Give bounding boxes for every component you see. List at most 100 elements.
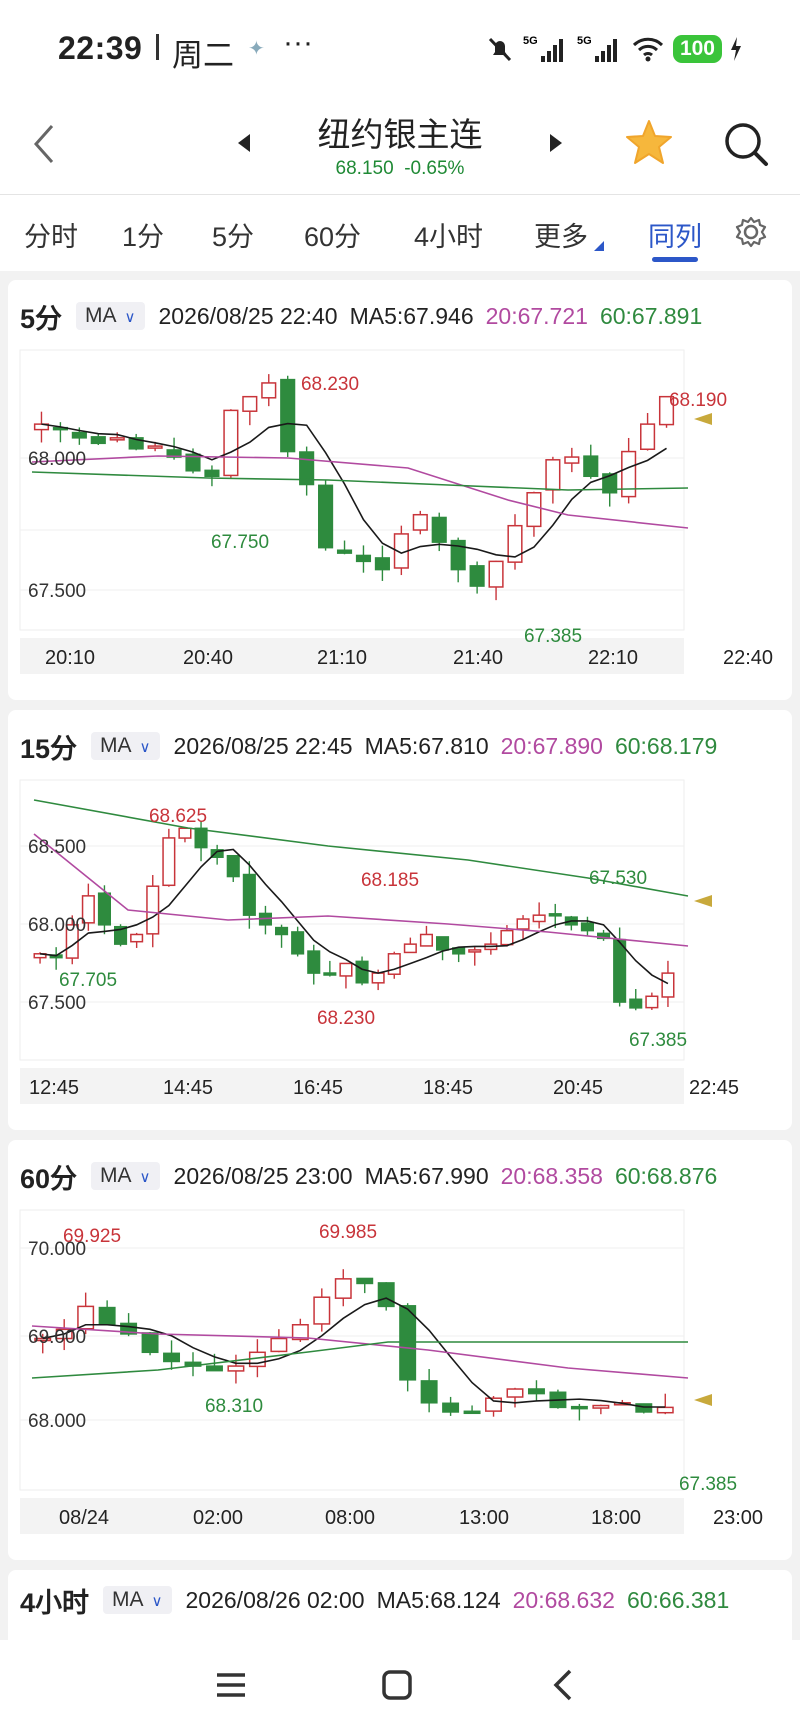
tab-4hour[interactable]: 4小时 [414, 215, 483, 254]
candle-up [656, 1406, 674, 1414]
x-tick-label: 16:45 [293, 1077, 343, 1099]
candle-up [130, 933, 144, 943]
price-annotation-low: 67.750 [211, 532, 269, 553]
weather-icon: ✦ [248, 38, 265, 60]
price-annotation-high: 68.185 [361, 870, 419, 891]
price-annotation-low: 68.310 [205, 1396, 263, 1417]
panel-datetime: 2026/08/25 22:45 [173, 732, 353, 759]
candle-up [661, 972, 675, 998]
ma-selector[interactable]: MA ∨ [91, 1162, 160, 1190]
ma-selector[interactable]: MA ∨ [91, 732, 160, 760]
price-annotation-high: 68.230 [301, 374, 359, 395]
tab-60min[interactable]: 60分 [304, 215, 361, 254]
ma5-value: MA5:67.990 [364, 1162, 489, 1189]
candlestick-chart-15min[interactable]: 68.500 68.000 67.500 12:45 14:45 16:45 18:45 20… [8, 770, 792, 1120]
x-tick-label: 18:45 [423, 1077, 473, 1099]
candle-up [313, 1296, 331, 1325]
x-tick-label: 08:00 [325, 1507, 375, 1529]
home-icon[interactable] [380, 1668, 414, 1702]
status-separator [156, 34, 159, 60]
menu-icon[interactable] [214, 1670, 248, 1700]
price-annotation-high: 69.925 [63, 1226, 121, 1247]
candle-down [442, 1402, 460, 1413]
candle-down [98, 1306, 116, 1326]
candle-down [580, 922, 594, 932]
candle-down [97, 892, 111, 926]
price-change: -0.65% [404, 158, 465, 179]
period-tabs: 分时 1分 5分 60分 4小时 更多 同列 [0, 195, 800, 271]
panel-datetime: 2026/08/26 02:00 [185, 1586, 365, 1613]
tab-compare[interactable]: 同列 [648, 215, 702, 254]
candlestick-chart-60min[interactable]: 70.00069.00068.00008/24 02:00 08:00 13:00 18… [8, 1200, 792, 1550]
chart-panel-15min: 15分 MA ∨ 2026/08/25 22:45 MA5:67.810 20:6… [8, 710, 792, 1130]
candle-up [387, 953, 401, 975]
price-annotation-low: 67.705 [59, 970, 117, 991]
candle-down [194, 827, 208, 849]
y-tick-label: 68.000 [28, 1411, 86, 1432]
candle-down [355, 554, 372, 563]
x-tick-label: 21:10 [317, 647, 367, 669]
status-bar: 22:39 周二 ✦ ··· 5G 5G 100 [0, 0, 800, 100]
candle-up [412, 513, 428, 531]
settings-gear-icon[interactable] [734, 215, 768, 249]
candle-down [307, 950, 321, 974]
last-price-marker [694, 895, 712, 907]
x-tick-label: 13:00 [459, 1507, 509, 1529]
panel-period: 4小时 [20, 1587, 90, 1618]
candle-down [374, 557, 390, 571]
chevron-down-icon: ∨ [124, 309, 136, 326]
candle-up [419, 933, 433, 947]
price-annotation-low: 67.530 [589, 868, 647, 889]
ma-label: MA [100, 1164, 132, 1187]
tab-realtime[interactable]: 分时 [24, 215, 78, 254]
candle-down [355, 960, 369, 984]
x-tick-label: 20:45 [553, 1077, 603, 1099]
candle-down [629, 998, 643, 1009]
candle-down [275, 926, 289, 936]
ma5-value: MA5:67.946 [349, 302, 474, 329]
candle-down [291, 931, 305, 955]
ma-selector[interactable]: MA ∨ [76, 302, 145, 330]
ma5-value: MA5:67.810 [364, 732, 489, 759]
favorite-star-icon[interactable] [624, 118, 674, 168]
ma-label: MA [100, 734, 132, 757]
candle-down [570, 1405, 588, 1410]
svg-text:5G: 5G [523, 35, 538, 47]
chart-panel-5min: 5分 MA ∨ 2026/08/25 22:40 MA5:67.946 20:67… [8, 280, 792, 700]
last-price: 68.150 [335, 158, 394, 179]
status-icons: 5G 5G 100 [485, 32, 742, 66]
ma60-value: 60:68.179 [614, 732, 718, 759]
back-icon[interactable] [550, 1668, 576, 1702]
instrument-quote: 68.150 -0.65% [0, 158, 800, 180]
candle-up [468, 949, 482, 953]
candle-down [527, 1388, 545, 1395]
status-time: 22:39 [58, 30, 143, 66]
ma-selector[interactable]: MA ∨ [103, 1586, 172, 1614]
tab-more[interactable]: 更多 [534, 215, 588, 254]
ma5-value: MA5:68.124 [376, 1586, 501, 1613]
candle-up [339, 962, 353, 977]
panel-datetime: 2026/08/25 23:00 [173, 1162, 353, 1189]
last-price-marker [694, 413, 712, 425]
search-icon[interactable] [722, 120, 770, 168]
candle-down [399, 1305, 417, 1381]
candlestick-chart-5min[interactable]: 68.000 67.500 20:10 20:40 21:10 21:40 22:10 22:… [8, 340, 792, 690]
x-tick-label: 20:40 [183, 647, 233, 669]
candle-down [204, 469, 220, 478]
ma20-value: 20:67.890 [500, 732, 603, 759]
candle-down [583, 455, 599, 478]
candle-down [242, 873, 256, 916]
panel-header: 15分 MA ∨ 2026/08/25 22:45 MA5:67.810 20:6… [20, 728, 717, 764]
svg-text:5G: 5G [577, 35, 592, 47]
candle-up [506, 1388, 524, 1398]
tab-5min[interactable]: 5分 [212, 215, 254, 254]
next-instrument-icon[interactable] [548, 132, 564, 154]
candle-up [403, 943, 417, 954]
tab-1min[interactable]: 1分 [122, 215, 164, 254]
candle-down [226, 854, 240, 878]
x-tick-label: 08/24 [59, 1507, 109, 1529]
ma60-value: 60:66.381 [626, 1586, 730, 1613]
y-tick-label: 68.500 [28, 837, 86, 858]
ma-label: MA [112, 1588, 144, 1611]
x-tick-label: 23:00 [713, 1507, 763, 1529]
